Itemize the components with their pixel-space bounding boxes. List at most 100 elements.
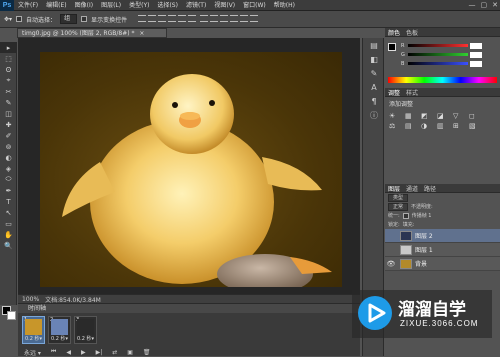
auto-select-checkbox[interactable]	[16, 16, 23, 22]
blur-tool[interactable]: ⬭	[0, 174, 17, 185]
lasso-tool[interactable]: ʘ	[0, 64, 17, 75]
color-lookup-icon[interactable]: ⊞	[453, 122, 467, 130]
info-panel-icon[interactable]: ⓘ	[363, 108, 385, 122]
shape-tool[interactable]: ▭	[0, 218, 17, 229]
document-tab[interactable]: timg0.jpg @ 100% (图层 2, RGB/8#) * ×	[17, 28, 167, 38]
zoom-level[interactable]: 100%	[22, 296, 39, 303]
quick-select-tool[interactable]: ⌖	[0, 75, 17, 86]
show-transform-checkbox[interactable]	[81, 16, 88, 22]
delete-frame-icon[interactable]: 🗑	[143, 349, 151, 356]
curves-icon[interactable]: ◩	[421, 112, 435, 120]
menu-select[interactable]: 选择(S)	[153, 0, 182, 11]
menu-view[interactable]: 视图(V)	[210, 0, 239, 11]
distribute-middle-icon[interactable]	[210, 14, 219, 22]
menu-window[interactable]: 窗口(W)	[239, 0, 270, 11]
vibrance-icon[interactable]: ▽	[453, 112, 467, 120]
pen-tool[interactable]: ✒	[0, 185, 17, 196]
blend-mode-dropdown[interactable]: 正常	[388, 202, 409, 211]
frame-delay[interactable]: 0.2 秒▾	[25, 335, 42, 342]
duckling-image[interactable]	[40, 52, 342, 287]
red-slider[interactable]: R	[385, 41, 500, 50]
layer-name[interactable]: 背景	[415, 259, 427, 268]
slider-value[interactable]	[470, 42, 482, 49]
brush-tool[interactable]: ✚	[0, 119, 17, 130]
levels-icon[interactable]: ▦	[405, 112, 419, 120]
tab-adjustments[interactable]: 调整	[388, 88, 400, 97]
menu-edit[interactable]: 编辑(E)	[42, 0, 70, 11]
brush-panel-icon[interactable]: ✎	[363, 66, 385, 80]
photo-filter-icon[interactable]: ◑	[421, 122, 435, 130]
tab-paths[interactable]: 路径	[424, 184, 436, 193]
next-frame-icon[interactable]: ▶|	[96, 349, 103, 356]
auto-select-dropdown[interactable]: 组	[60, 14, 78, 24]
align-bottom-icon[interactable]	[158, 14, 167, 22]
character-panel-icon[interactable]: A	[363, 80, 385, 94]
exposure-icon[interactable]: ◪	[437, 112, 451, 120]
distribute-center-icon[interactable]	[240, 14, 249, 22]
frame-1[interactable]: 1 0.2 秒▾	[22, 316, 45, 344]
hue-saturation-icon[interactable]: ◻	[469, 112, 483, 120]
type-tool[interactable]: T	[0, 196, 17, 207]
distribute-right-icon[interactable]	[250, 14, 259, 22]
history-panel-icon[interactable]: ▤	[363, 38, 385, 52]
align-center-icon[interactable]	[178, 14, 187, 22]
frame-2[interactable]: 2 0.2 秒▾	[48, 316, 71, 344]
slider-track[interactable]	[408, 44, 468, 47]
align-top-icon[interactable]	[138, 14, 147, 22]
layer-name[interactable]: 图层 2	[415, 231, 433, 240]
spectrum-bar[interactable]	[388, 77, 497, 83]
hand-tool[interactable]: ✋	[0, 229, 17, 240]
paragraph-panel-icon[interactable]: ¶	[363, 94, 385, 108]
distribute-top-icon[interactable]	[200, 14, 209, 22]
tab-channels[interactable]: 通道	[406, 184, 418, 193]
menu-help[interactable]: 帮助(H)	[270, 0, 299, 11]
align-right-icon[interactable]	[188, 14, 197, 22]
zoom-tool[interactable]: 🔍	[0, 240, 17, 251]
play-icon[interactable]: ▶	[81, 349, 86, 356]
layer-row-layer-2[interactable]: 图层 2	[385, 229, 500, 243]
channel-mixer-icon[interactable]: ▥	[437, 122, 451, 130]
slider-track[interactable]	[408, 53, 468, 56]
layer-row-background[interactable]: 👁 背景	[385, 257, 500, 271]
properties-panel-icon[interactable]: ◧	[363, 52, 385, 66]
brightness-icon[interactable]: ☀	[389, 112, 403, 120]
green-slider[interactable]: G	[385, 50, 500, 59]
align-left-icon[interactable]	[168, 14, 177, 22]
distribute-bottom-icon[interactable]	[220, 14, 229, 22]
frame-3[interactable]: 3 0.2 秒▾	[74, 316, 97, 344]
menu-image[interactable]: 图像(I)	[71, 0, 97, 11]
healing-tool[interactable]: ◫	[0, 108, 17, 119]
close-document-icon[interactable]: ×	[139, 30, 144, 37]
clone-stamp-tool[interactable]: ✐	[0, 130, 17, 141]
tab-color[interactable]: 颜色	[388, 28, 400, 37]
timeline-tab[interactable]: 时间轴	[18, 303, 360, 313]
crop-tool[interactable]: ✂	[0, 86, 17, 97]
layer-row-layer-1[interactable]: 图层 1	[385, 243, 500, 257]
tween-icon[interactable]: ⇄	[112, 349, 117, 356]
kind-filter-dropdown[interactable]: 类型	[388, 193, 409, 202]
duplicate-frame-icon[interactable]: ▣	[127, 349, 133, 356]
marquee-tool[interactable]: ⬚	[0, 53, 17, 64]
slider-value[interactable]	[470, 60, 482, 67]
distribute-left-icon[interactable]	[230, 14, 239, 22]
close-window-button[interactable]: ✕	[492, 0, 498, 11]
slider-track[interactable]	[408, 62, 468, 65]
frame-delay[interactable]: 0.2 秒▾	[77, 335, 94, 342]
menu-type[interactable]: 类型(Y)	[125, 0, 153, 11]
fg-color-chip[interactable]	[388, 43, 396, 51]
frame-delay[interactable]: 0.2 秒▾	[51, 335, 68, 342]
visibility-eye-icon[interactable]: 👁	[385, 260, 397, 268]
move-tool-icon[interactable]: ✥▾	[4, 16, 12, 23]
tab-layers[interactable]: 图层	[388, 184, 400, 193]
layer-name[interactable]: 图层 1	[415, 245, 433, 254]
align-middle-icon[interactable]	[148, 14, 157, 22]
blue-slider[interactable]: B	[385, 59, 500, 68]
gradient-tool[interactable]: ◈	[0, 163, 17, 174]
black-white-icon[interactable]: ▤	[405, 122, 419, 130]
eyedropper-tool[interactable]: ✎	[0, 97, 17, 108]
menu-filter[interactable]: 滤镜(T)	[182, 0, 210, 11]
tab-styles[interactable]: 样式	[406, 88, 418, 97]
maximize-button[interactable]: ▢	[481, 0, 488, 11]
eraser-tool[interactable]: ◐	[0, 152, 17, 163]
previous-frame-icon[interactable]: ◀	[66, 349, 71, 356]
